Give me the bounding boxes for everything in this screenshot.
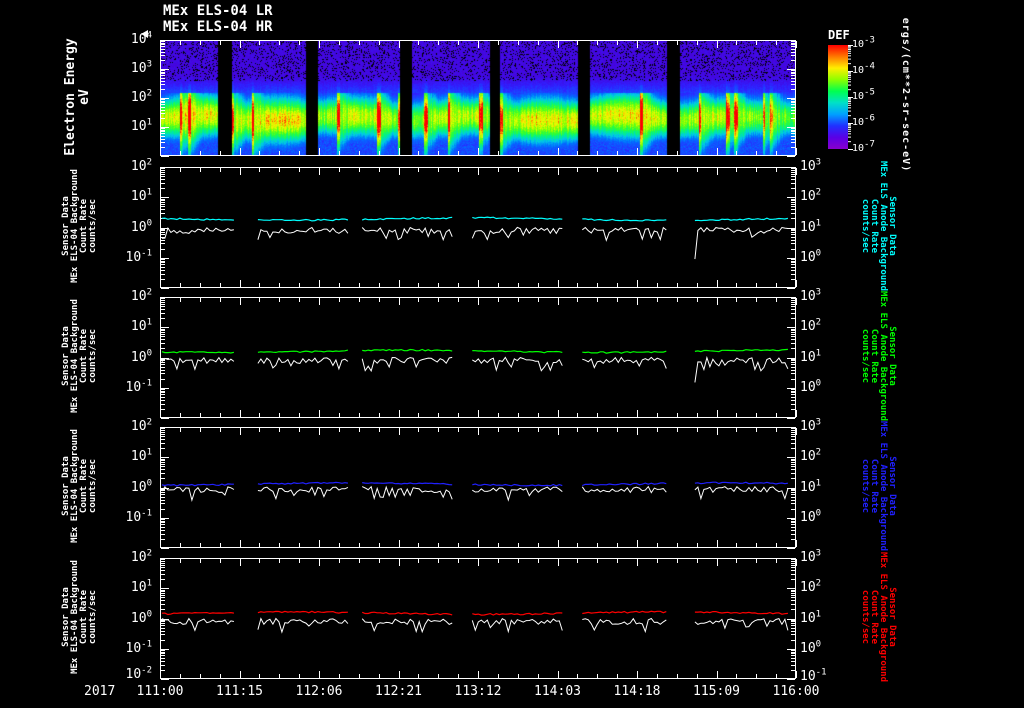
trace-white [257, 226, 349, 240]
x-tick-label: 112:21 [375, 684, 422, 699]
panel-right-label: Sensor Data MEx ELS Anode Background Count… [860, 551, 897, 683]
panel-border [160, 167, 796, 288]
trace-white [161, 356, 235, 371]
figure-title-lr: MEx ELS-04 LR [163, 3, 273, 19]
trace-colored [362, 482, 453, 486]
panel-border [160, 40, 796, 156]
trace-white [257, 357, 349, 371]
trace-colored [362, 348, 453, 352]
trace-colored [582, 482, 667, 487]
panel-right-ytick-label: 102 [800, 447, 822, 465]
trace-colored [257, 481, 348, 486]
trace-colored [257, 349, 349, 354]
panel-right-ytick-label: 102 [800, 187, 822, 205]
x-tick-label: 111:15 [216, 684, 263, 699]
trace-white [582, 617, 667, 634]
trace-colored [161, 483, 234, 487]
trace-white [361, 618, 453, 634]
colorbar [828, 45, 848, 149]
trace-white [694, 226, 788, 260]
trace-white [581, 485, 667, 494]
trace-white [161, 617, 234, 632]
x-tick-label: 116:00 [772, 684, 820, 699]
trace-white [472, 486, 563, 502]
panel-right-ytick-label: 101 [800, 609, 822, 626]
panel-right-ytick-label: 100 [800, 248, 822, 265]
spectrogram-ytick-label: 104 [130, 30, 152, 47]
trace-white [161, 486, 235, 502]
trace-white [694, 355, 789, 383]
x-tick-label: 113:12 [454, 684, 502, 699]
panel-right-ytick-label: 100 [800, 378, 822, 395]
trace-colored [361, 216, 453, 221]
panel-right-ytick-label: 103 [800, 548, 822, 565]
panel-right-ytick-label: 103 [800, 417, 822, 434]
trace-colored [472, 612, 563, 616]
spectrogram-ytick-label: 102 [130, 88, 152, 105]
trace-colored [582, 350, 667, 354]
trace-white [472, 356, 563, 372]
trace-colored [582, 218, 667, 222]
colorbar-tick-label: 10-5 [852, 87, 875, 102]
panel-right-ytick-label: 101 [800, 348, 822, 365]
trace-colored [694, 481, 788, 485]
colorbar-title: DEF [828, 28, 850, 42]
panel-right-ytick-label: 101 [800, 478, 822, 495]
panel-right-ytick-label: 102 [800, 317, 822, 335]
colorbar-tick-label: 10-4 [852, 61, 875, 76]
trace-white [361, 226, 453, 242]
trace-colored [257, 610, 348, 614]
panel-right-ytick-label: 102 [800, 578, 822, 596]
figure: MEx ELS-04 LR MEx ELS-04 HR Electron Ene… [0, 0, 1024, 708]
colorbar-tick-label: 10-3 [852, 35, 875, 50]
trace-white [694, 618, 789, 631]
trace-colored [257, 218, 349, 222]
trace-colored [161, 611, 234, 616]
trace-colored [472, 216, 563, 220]
panel-right-ytick-label: 100 [800, 639, 822, 656]
panel-right-ytick-label: 10-1 [800, 667, 827, 684]
panel-right-ytick-label: 101 [800, 218, 822, 235]
x-tick-label: 112:06 [295, 684, 343, 699]
trace-white [582, 356, 667, 369]
x-tick-label: 111:00 [136, 684, 184, 699]
figure-title-hr: MEx ELS-04 HR [163, 19, 273, 35]
panel-left-label: Sensor Data MEx ELS-04 Background Count Ra… [61, 560, 98, 674]
trace-colored [582, 610, 667, 615]
trace-colored [361, 611, 453, 616]
trace-white [694, 485, 789, 501]
trace-white [361, 485, 453, 501]
trace-colored [472, 483, 563, 487]
panel-border [160, 297, 796, 418]
trace-white [257, 617, 349, 634]
trace-colored [694, 610, 788, 615]
panel-right-ytick-label: 103 [800, 157, 822, 174]
x-tick-label: 114:18 [613, 684, 661, 699]
trace-colored [694, 217, 789, 222]
x-tick-label: 115:09 [693, 684, 740, 699]
trace-colored [694, 348, 788, 353]
trace-white [257, 486, 349, 501]
trace-white [471, 618, 563, 634]
panel-border [160, 558, 796, 679]
spectrogram-ytick-label: 103 [130, 59, 152, 76]
trace-white [361, 356, 453, 373]
trace-white [471, 226, 563, 241]
panel-right-ytick-label: 100 [800, 508, 822, 525]
panel-right-ytick-label: 103 [800, 287, 822, 304]
trace-colored [161, 350, 235, 354]
trace-white [581, 226, 667, 242]
trace-colored [472, 350, 563, 354]
panel-border [160, 427, 796, 548]
trace-colored [161, 217, 234, 221]
x-tick-label: 114:03 [534, 684, 581, 699]
trace-white [161, 226, 234, 239]
